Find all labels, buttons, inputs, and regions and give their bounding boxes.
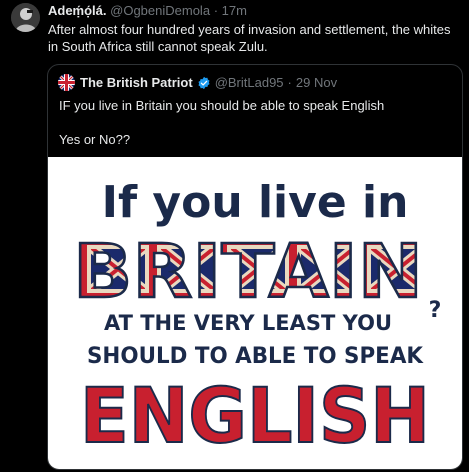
quoted-tweet-header: The British Patriot @BritLad95 · 29 Nov bbox=[58, 74, 337, 91]
quoted-tweet-text-line1: IF you live in Britain you should be abl… bbox=[59, 98, 385, 113]
poster-question-mark: ? bbox=[429, 298, 442, 323]
quoted-tweet-text-line2: Yes or No?? bbox=[59, 132, 131, 147]
quoted-tweet[interactable]: The British Patriot @BritLad95 · 29 Nov … bbox=[47, 64, 463, 470]
separator: · bbox=[213, 3, 219, 18]
union-flag-avatar-icon bbox=[58, 74, 75, 91]
quoted-tweet-image[interactable]: If you live in BRITAIN AT THE VERY LEAST… bbox=[48, 157, 462, 469]
profile-avatar-icon bbox=[11, 3, 40, 32]
poster-line1: If you live in bbox=[102, 177, 409, 228]
poster-line5: ENGLISH bbox=[80, 371, 430, 460]
tweet-time[interactable]: 17m bbox=[222, 3, 247, 18]
verified-badge-icon bbox=[198, 76, 210, 89]
quoted-separator: · bbox=[287, 75, 292, 90]
author-name[interactable]: Adeṃ́ọ́lá. bbox=[48, 3, 107, 18]
poster-graphic: If you live in BRITAIN AT THE VERY LEAST… bbox=[72, 177, 442, 461]
author-handle[interactable]: @OgbeniDemola bbox=[110, 3, 210, 18]
author-avatar[interactable] bbox=[11, 3, 40, 32]
quoted-author-name[interactable]: The British Patriot bbox=[80, 75, 193, 90]
quoted-author-handle[interactable]: @BritLad95 bbox=[215, 75, 284, 90]
tweet[interactable]: Adeṃ́ọ́lá. @OgbeniDemola · 17m After alm… bbox=[0, 0, 469, 472]
quoted-tweet-text: IF you live in Britain you should be abl… bbox=[59, 97, 384, 148]
poster-line3: AT THE VERY LEAST YOU bbox=[104, 311, 392, 335]
tweet-text: After almost four hundred years of invas… bbox=[48, 22, 451, 54]
quoted-author-avatar[interactable] bbox=[58, 74, 75, 91]
quoted-tweet-time[interactable]: 29 Nov bbox=[296, 75, 337, 90]
poster-line4: SHOULD TO ABLE TO SPEAK bbox=[87, 344, 424, 369]
author-line: Adeṃ́ọ́lá. @OgbeniDemola · 17m bbox=[48, 3, 247, 18]
poster-line2: BRITAIN bbox=[73, 229, 423, 315]
